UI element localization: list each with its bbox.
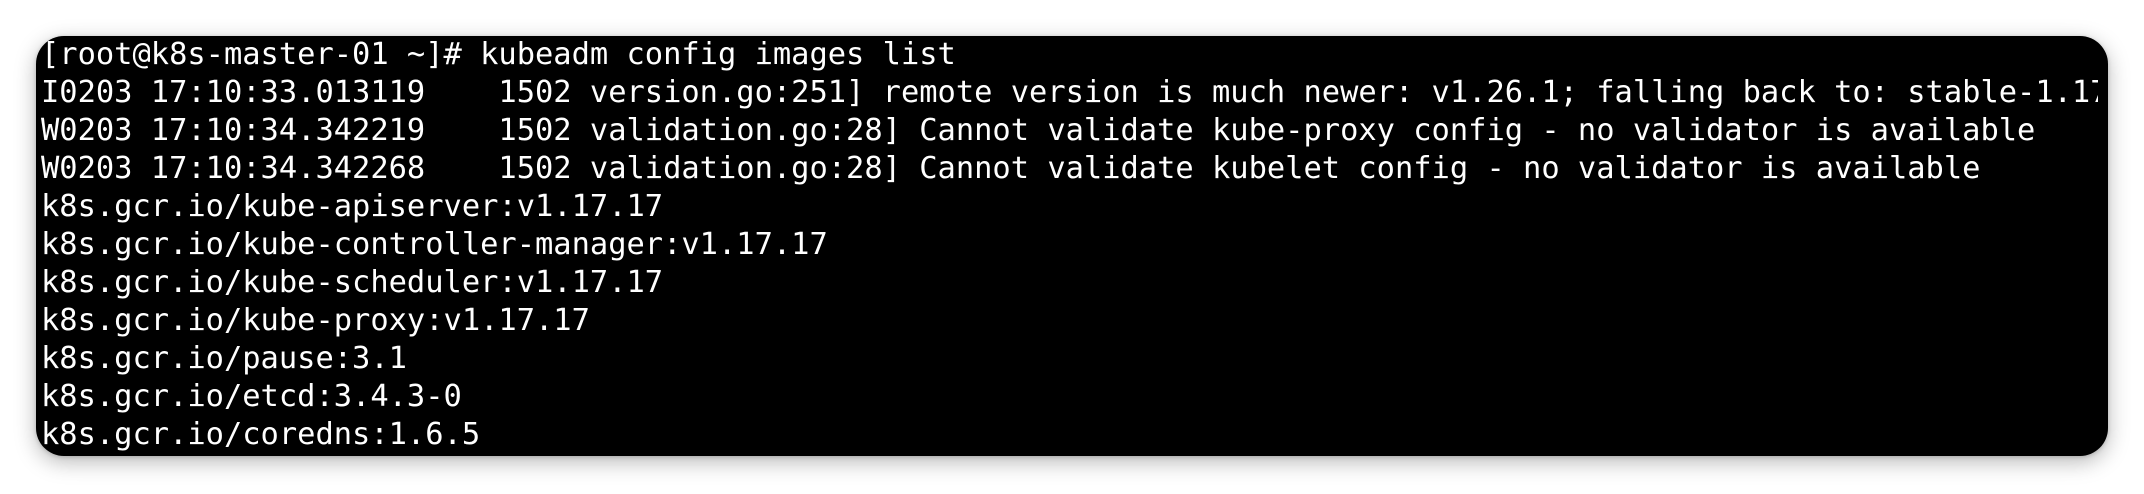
image-pause: k8s.gcr.io/pause:3.1	[41, 341, 407, 376]
image-coredns: k8s.gcr.io/coredns:1.6.5	[41, 417, 481, 452]
terminal-screen[interactable]: [root@k8s-master-01 ~]# kubeadm config i…	[41, 36, 2098, 456]
image-kube-scheduler: k8s.gcr.io/kube-scheduler:v1.17.17	[41, 265, 664, 300]
image-etcd: k8s.gcr.io/etcd:3.4.3-0	[41, 379, 462, 414]
image-kube-proxy: k8s.gcr.io/kube-proxy:v1.17.17	[41, 303, 590, 338]
log-line-kubelet-warning: W0203 17:10:34.342268 1502 validation.go…	[41, 151, 1981, 186]
shell-prompt: [root@k8s-master-01 ~]#	[41, 37, 481, 72]
log-line-kube-proxy-warning: W0203 17:10:34.342219 1502 validation.go…	[41, 113, 2036, 148]
screenshot-canvas: [root@k8s-master-01 ~]# kubeadm config i…	[0, 0, 2144, 494]
image-kube-controller-manager: k8s.gcr.io/kube-controller-manager:v1.17…	[41, 227, 828, 262]
terminal-window[interactable]: [root@k8s-master-01 ~]# kubeadm config i…	[36, 36, 2108, 456]
shell-command: kubeadm config images list	[480, 37, 956, 72]
image-kube-apiserver: k8s.gcr.io/kube-apiserver:v1.17.17	[41, 189, 664, 224]
command-line: [root@k8s-master-01 ~]# kubeadm config i…	[41, 36, 2098, 74]
log-line-version: I0203 17:10:33.013119 1502 version.go:25…	[41, 75, 2098, 110]
